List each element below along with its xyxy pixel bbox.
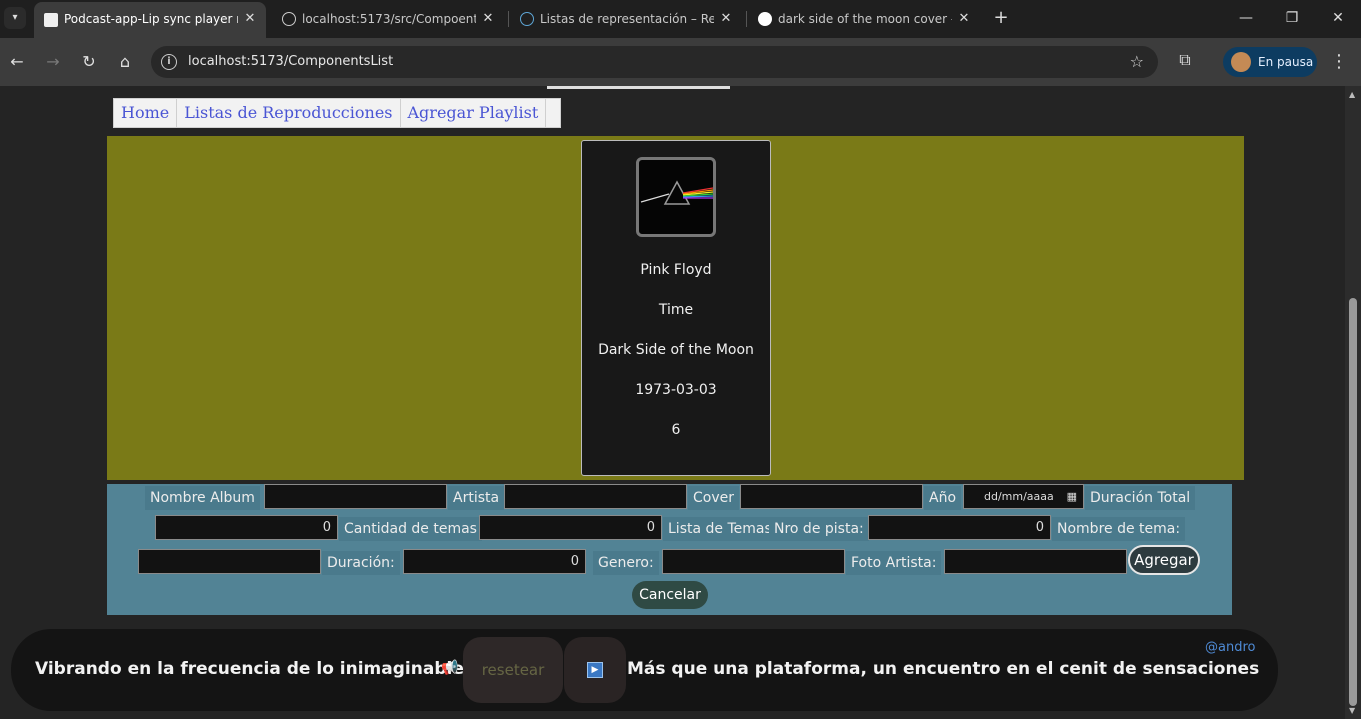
album-cover-image — [636, 157, 716, 237]
react-logo-icon — [520, 12, 534, 26]
minimize-icon[interactable]: — — [1232, 6, 1260, 30]
globe-icon — [282, 12, 296, 26]
page-scrollbar[interactable]: ▲ ▼ — [1345, 86, 1361, 719]
tab-title: localhost:5173/src/Compoents/ — [302, 12, 476, 26]
extensions-icon[interactable]: ⧉ — [1174, 50, 1196, 72]
nav-link-add-playlist[interactable]: Agregar Playlist — [401, 99, 547, 127]
reset-button[interactable]: resetear — [463, 637, 563, 703]
track-name-input[interactable] — [138, 549, 321, 574]
prism-icon — [640, 180, 713, 205]
duration-label: Duración: — [322, 551, 400, 575]
genre-label: Genero: — [593, 551, 659, 575]
album-name-label: Nombre Album — [145, 486, 260, 510]
megaphone-icon: 📢 — [441, 660, 459, 676]
nav-link-playlists[interactable]: Listas de Reproducciones — [177, 99, 401, 127]
avatar — [1231, 52, 1251, 72]
new-tab-icon[interactable]: + — [991, 8, 1011, 28]
bookmark-star-icon[interactable]: ☆ — [1130, 46, 1144, 78]
back-icon[interactable]: ← — [5, 50, 29, 74]
tab-title: Podcast-app-Lip sync player mu — [64, 12, 238, 26]
year-date-input[interactable]: dd/mm/aaaa ▦ — [963, 484, 1084, 509]
author-credit-link[interactable]: @andro — [1205, 640, 1255, 655]
player-stage: Pink Floyd Time Dark Side of the Moon 19… — [107, 136, 1244, 480]
tab-google-search[interactable]: dark side of the moon cover - B ✕ — [748, 4, 980, 34]
restore-icon[interactable]: ❐ — [1278, 6, 1306, 30]
scrollbar-thumb[interactable] — [1349, 298, 1357, 706]
close-window-icon[interactable]: ✕ — [1324, 6, 1352, 30]
cover-input[interactable] — [740, 484, 923, 509]
artist-photo-label: Foto Artista: — [846, 551, 942, 575]
total-duration-label: Duración Total — [1085, 486, 1196, 510]
year-date-placeholder: dd/mm/aaaa — [984, 490, 1054, 503]
track-list-label: Lista de Temas — [663, 517, 777, 541]
duration-input[interactable]: 0 — [403, 549, 586, 574]
play-button[interactable]: ▶ — [564, 637, 626, 703]
top-divider — [547, 86, 730, 89]
artist-label: Artista — [448, 486, 505, 510]
track-no-label: Nro de pista: — [769, 517, 869, 541]
card-track-number: 6 — [671, 422, 681, 438]
main-nav: Home Listas de Reproducciones Agregar Pl… — [113, 98, 562, 128]
track-count-label: Cantidad de temas — [339, 517, 482, 541]
card-album: Dark Side of the Moon — [598, 342, 754, 358]
total-duration-input[interactable]: 0 — [155, 515, 338, 540]
card-date: 1973-03-03 — [635, 382, 717, 398]
page-favicon-icon — [44, 13, 58, 27]
cancel-button[interactable]: Cancelar — [632, 581, 708, 609]
close-tab-icon[interactable]: ✕ — [956, 4, 972, 34]
scroll-up-arrow-icon[interactable]: ▲ — [1349, 90, 1355, 99]
page-content: Home Listas de Reproducciones Agregar Pl… — [0, 86, 1345, 719]
browser-tab-bar: ▾ Podcast-app-Lip sync player mu ✕ local… — [0, 0, 1361, 38]
tab-separator — [508, 11, 509, 27]
tab-localhost-components[interactable]: localhost:5173/src/Compoents/ ✕ — [272, 4, 504, 34]
track-name-label: Nombre de tema: — [1052, 517, 1186, 541]
close-tab-icon[interactable]: ✕ — [242, 2, 258, 36]
close-tab-icon[interactable]: ✕ — [480, 4, 496, 34]
profile-status-label: En pausa — [1258, 55, 1314, 69]
tab-search-button[interactable]: ▾ — [4, 7, 26, 29]
play-icon: ▶ — [587, 662, 603, 678]
profile-button[interactable]: En pausa — [1223, 47, 1317, 77]
add-album-form: Nombre Album Artista Cover Año dd/mm/aaa… — [107, 484, 1232, 615]
add-button[interactable]: Agregar — [1128, 545, 1200, 575]
track-card[interactable]: Pink Floyd Time Dark Side of the Moon 19… — [581, 140, 771, 476]
footer-slogan-left: Vibrando en la frecuencia de lo inimagin… — [35, 659, 464, 679]
forward-icon[interactable]: → — [41, 50, 65, 74]
browser-toolbar: ← → ↻ ⌂ i localhost:5173/ComponentsList … — [0, 38, 1361, 86]
cover-label: Cover — [688, 486, 739, 510]
card-artist: Pink Floyd — [640, 262, 712, 278]
card-track: Time — [658, 302, 694, 318]
artist-input[interactable] — [504, 484, 687, 509]
track-count-input[interactable]: 0 — [479, 515, 662, 540]
player-footer: @andro Vibrando en la frecuencia de lo i… — [11, 629, 1278, 711]
genre-input[interactable] — [662, 549, 845, 574]
nav-empty-slot — [546, 99, 560, 127]
google-icon — [758, 12, 772, 26]
year-label: Año — [924, 486, 962, 510]
home-icon[interactable]: ⌂ — [113, 50, 137, 74]
scroll-down-arrow-icon[interactable]: ▼ — [1349, 706, 1355, 715]
tab-title: Listas de representación – React — [540, 12, 714, 26]
tab-separator — [746, 11, 747, 27]
reload-icon[interactable]: ↻ — [77, 50, 101, 74]
calendar-icon[interactable]: ▦ — [1067, 485, 1077, 508]
artist-photo-input[interactable] — [944, 549, 1127, 574]
tab-podcast-app[interactable]: Podcast-app-Lip sync player mu ✕ — [34, 2, 266, 38]
site-info-icon[interactable]: i — [161, 54, 177, 70]
track-no-input[interactable]: 0 — [868, 515, 1051, 540]
nav-link-home[interactable]: Home — [114, 99, 178, 127]
address-bar[interactable]: i localhost:5173/ComponentsList ☆ — [151, 46, 1158, 78]
tab-title: dark side of the moon cover - B — [778, 12, 952, 26]
tab-react-docs[interactable]: Listas de representación – React ✕ — [510, 4, 742, 34]
album-name-input[interactable] — [264, 484, 447, 509]
footer-slogan-right: Más que una plataforma, un encuentro en … — [627, 659, 1260, 679]
url-text[interactable]: localhost:5173/ComponentsList — [188, 46, 393, 78]
close-tab-icon[interactable]: ✕ — [718, 4, 734, 34]
browser-menu-icon[interactable]: ⋮ — [1330, 50, 1348, 74]
